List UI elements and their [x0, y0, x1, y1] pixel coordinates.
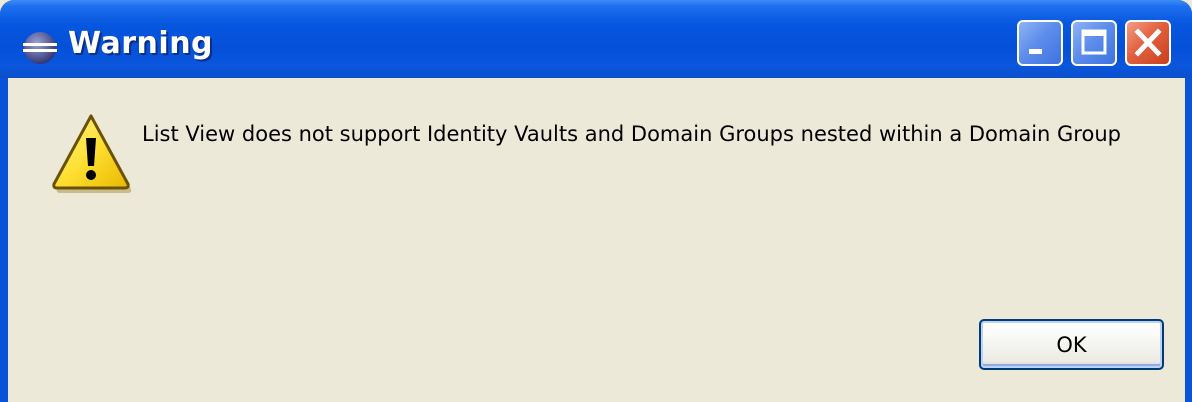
maximize-icon	[1081, 29, 1107, 55]
close-icon	[1134, 28, 1162, 57]
dialog-body: List View does not support Identity Vaul…	[8, 78, 1185, 402]
title-bar[interactable]: Warning	[0, 0, 1192, 78]
warning-dialog: Warning List View does not support Ident…	[0, 0, 1192, 402]
close-button[interactable]	[1125, 20, 1171, 66]
warning-icon	[52, 114, 132, 193]
window-title: Warning	[68, 26, 214, 61]
minimize-button[interactable]	[1017, 20, 1063, 66]
ok-button[interactable]: OK	[979, 319, 1164, 370]
warning-message: List View does not support Identity Vaul…	[142, 122, 1121, 146]
maximize-button[interactable]	[1071, 20, 1117, 66]
minimize-icon	[1029, 49, 1042, 54]
ok-button-label: OK	[1056, 332, 1087, 357]
eclipse-app-icon	[23, 32, 57, 64]
